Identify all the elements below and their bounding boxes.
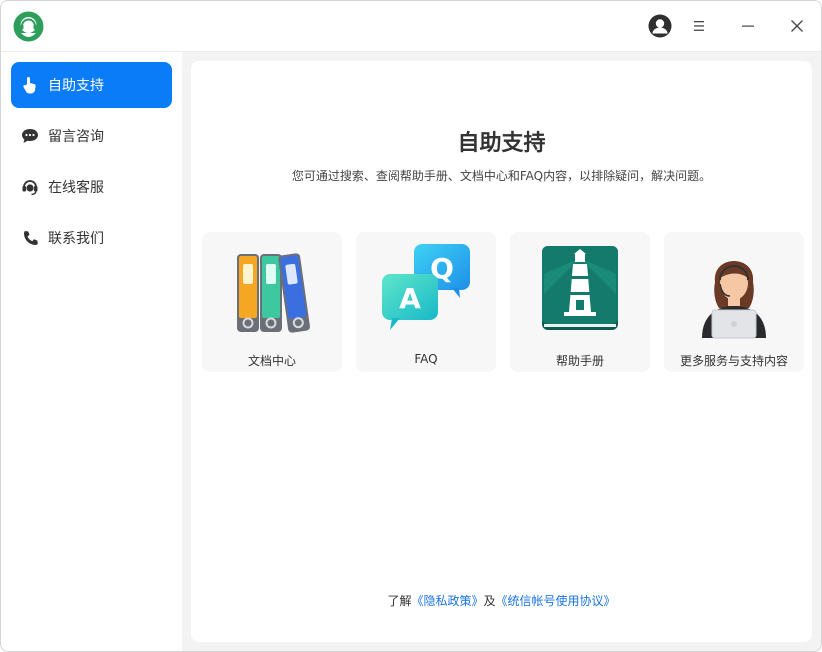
- sidebar-item-label: 联系我们: [48, 231, 104, 247]
- card-label: FAQ: [414, 352, 438, 366]
- card-label: 文档中心: [247, 354, 296, 368]
- sidebar-item-label: 自助支持: [48, 78, 104, 94]
- hamburger-menu-icon[interactable]: [684, 11, 714, 41]
- app-window: 自助支持 留言咨询 在线客服 联系我们 自助支持 您可通过搜索、查阅帮助手册、文…: [0, 0, 822, 652]
- page-title: 自助支持: [457, 131, 546, 156]
- headset-icon: [21, 178, 39, 196]
- user-avatar-icon[interactable]: [645, 11, 675, 41]
- close-icon[interactable]: [782, 11, 812, 41]
- app-logo-icon: [13, 11, 44, 42]
- sidebar-item-online-service[interactable]: 在线客服: [11, 164, 172, 210]
- footer-joiner: 及: [483, 594, 496, 608]
- sidebar-item-self-support[interactable]: 自助支持: [11, 62, 172, 108]
- card-label: 帮助手册: [555, 354, 604, 368]
- card-label: 更多服务与支持内容: [679, 354, 788, 368]
- message-bubble-icon: [21, 127, 39, 145]
- card-faq[interactable]: Q A FAQ: [356, 232, 496, 372]
- title-bar: [1, 1, 821, 52]
- account-agreement-link[interactable]: 《统信帐号使用协议》: [496, 594, 616, 608]
- sidebar-item-label: 在线客服: [48, 180, 104, 196]
- card-help-manual[interactable]: 帮助手册: [510, 232, 650, 372]
- footer-prefix: 了解: [387, 594, 412, 608]
- support-agent-icon: [684, 240, 784, 340]
- svg-text:A: A: [399, 282, 421, 315]
- privacy-policy-link[interactable]: 《隐私政策》: [411, 594, 483, 608]
- binders-icon: [222, 240, 322, 340]
- card-document-center[interactable]: 文档中心: [202, 232, 342, 372]
- qa-bubbles-icon: Q A: [376, 240, 476, 340]
- minimize-icon[interactable]: [733, 11, 763, 41]
- hand-pointer-icon: [21, 76, 39, 94]
- phone-icon: [21, 229, 39, 247]
- sidebar: 自助支持 留言咨询 在线客服 联系我们: [1, 52, 182, 651]
- page-subtitle: 您可通过搜索、查阅帮助手册、文档中心和FAQ内容，以排除疑问，解决问题。: [291, 169, 712, 183]
- sidebar-item-label: 留言咨询: [48, 129, 104, 145]
- sidebar-item-message[interactable]: 留言咨询: [11, 113, 172, 159]
- card-more-services[interactable]: 更多服务与支持内容: [664, 232, 804, 372]
- footer-links: 了解《隐私政策》及《统信帐号使用协议》: [191, 592, 812, 609]
- sidebar-item-contact-us[interactable]: 联系我们: [11, 215, 172, 261]
- lighthouse-book-icon: [530, 240, 630, 340]
- main-panel: 自助支持 您可通过搜索、查阅帮助手册、文档中心和FAQ内容，以排除疑问，解决问题…: [191, 61, 812, 642]
